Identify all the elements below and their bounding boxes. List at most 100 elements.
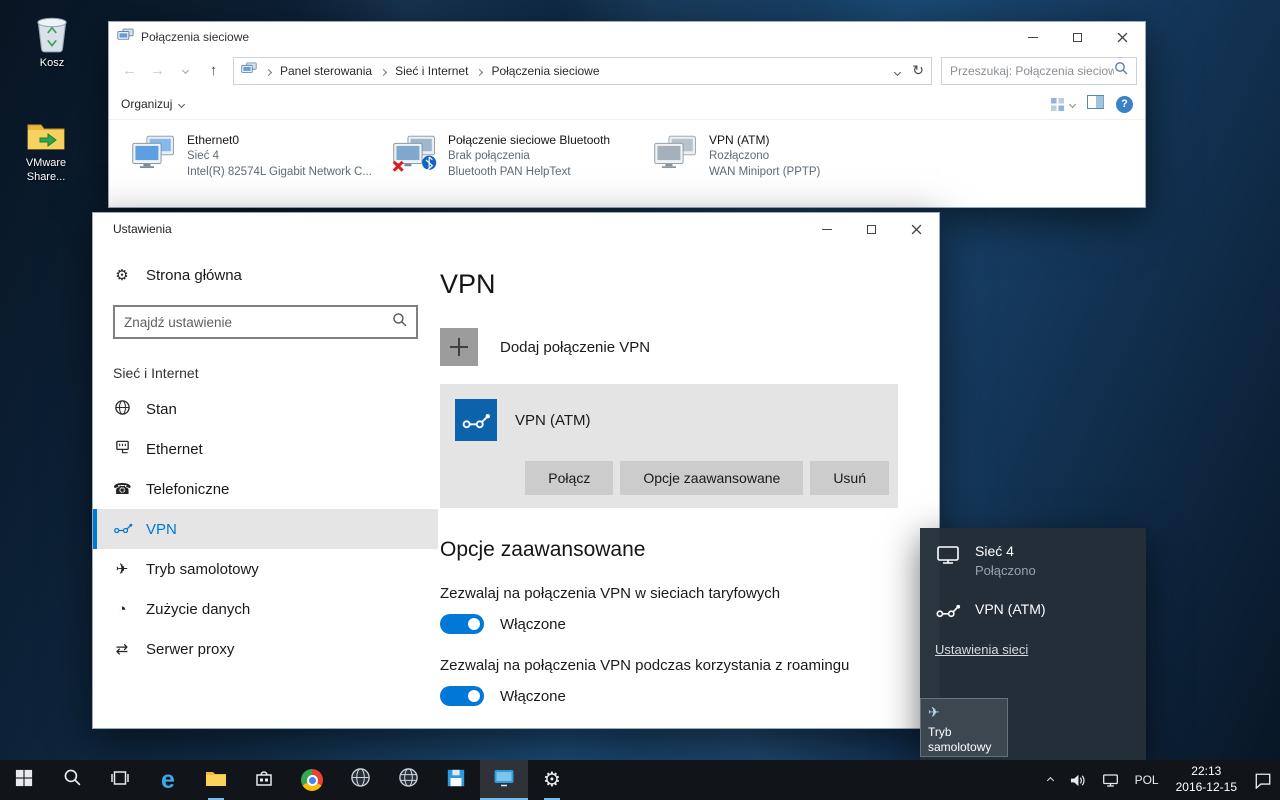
connection-item-ethernet0[interactable]: Ethernet0 Sieć 4 Intel(R) 82574L Gigabit… bbox=[127, 130, 380, 197]
action-center-icon[interactable] bbox=[1246, 760, 1280, 800]
advanced-options-heading: Opcje zaawansowane bbox=[440, 538, 646, 561]
airplane-icon: ✈ bbox=[115, 561, 129, 578]
show-hidden-icons-button[interactable] bbox=[1040, 760, 1061, 800]
recent-locations-chevron[interactable] bbox=[173, 58, 198, 83]
up-button[interactable]: ↑ bbox=[201, 58, 226, 83]
metered-toggle[interactable] bbox=[440, 614, 484, 634]
search-icon bbox=[63, 768, 82, 792]
breadcrumb-separator-icon bbox=[476, 62, 484, 80]
data-usage-icon: ◔ bbox=[117, 600, 127, 618]
sidebar-item-airplane-mode[interactable]: ✈ Tryb samolotowy bbox=[93, 549, 438, 589]
vpn-connection-entry[interactable]: VPN (ATM) Połącz Opcje zaawansowane Usuń bbox=[440, 384, 898, 508]
connection-list: Ethernet0 Sieć 4 Intel(R) 82574L Gigabit… bbox=[109, 120, 1145, 207]
phone-icon: ☎ bbox=[113, 481, 132, 498]
chevron-down-icon bbox=[178, 100, 186, 108]
settings-button[interactable]: ⚙ bbox=[528, 760, 576, 800]
app-button-globe-2[interactable] bbox=[384, 760, 432, 800]
sidebar-item-vpn[interactable]: VPN bbox=[93, 509, 438, 549]
airplane-mode-tile[interactable]: ✈ Tryb samolotowy bbox=[920, 698, 1008, 757]
window-title: Ustawienia bbox=[113, 222, 172, 236]
folder-icon bbox=[205, 769, 227, 792]
advanced-options-button[interactable]: Opcje zaawansowane bbox=[620, 461, 804, 495]
active-app-button[interactable] bbox=[480, 760, 528, 800]
connection-item-bluetooth[interactable]: Połączenie sieciowe Bluetooth Brak połąc… bbox=[388, 130, 641, 197]
ethernet-icon bbox=[113, 439, 131, 460]
sidebar-item-label: Telefoniczne bbox=[146, 480, 230, 498]
sidebar-item-dialup[interactable]: ☎ Telefoniczne bbox=[93, 469, 438, 509]
vpn-adapter-icon bbox=[653, 133, 699, 178]
file-explorer-button[interactable] bbox=[192, 760, 240, 800]
minimize-button[interactable] bbox=[804, 213, 849, 245]
sidebar-item-data-usage[interactable]: ◔ Zużycie danych bbox=[93, 589, 438, 629]
settings-search-input[interactable] bbox=[124, 314, 392, 330]
flyout-network-item[interactable]: Sieć 4 Połączono bbox=[920, 528, 1146, 578]
flyout-vpn-name: VPN (ATM) bbox=[975, 601, 1046, 617]
connect-button[interactable]: Połącz bbox=[525, 461, 614, 495]
help-button[interactable]: ? bbox=[1116, 95, 1133, 113]
settings-content: VPN Dodaj połączenie VPN VPN (ATM) Połąc… bbox=[438, 245, 939, 728]
breadcrumb-control-panel[interactable]: Panel sterowania bbox=[280, 64, 372, 78]
flyout-network-status: Połączono bbox=[975, 563, 1036, 578]
settings-titlebar[interactable]: Ustawienia bbox=[93, 213, 939, 245]
desktop-icon-vmware-share[interactable]: VMware Share... bbox=[10, 118, 82, 185]
connection-status: Brak połączenia bbox=[448, 150, 530, 162]
taskbar-search-button[interactable] bbox=[48, 760, 96, 800]
volume-icon[interactable] bbox=[1061, 760, 1094, 800]
desktop: Kosz VMware Share... Połączenia sieciowe bbox=[0, 0, 1280, 800]
breadcrumb-network-connections[interactable]: Połączenia sieciowe bbox=[491, 64, 599, 78]
maximize-button[interactable] bbox=[1055, 22, 1100, 52]
start-button[interactable] bbox=[0, 760, 48, 800]
sidebar-item-ethernet[interactable]: Ethernet bbox=[93, 429, 438, 469]
roaming-toggle[interactable] bbox=[440, 686, 484, 706]
address-bar[interactable]: Panel sterowania Sieć i Internet Połącze… bbox=[233, 56, 932, 85]
network-settings-link[interactable]: Ustawienia sieci bbox=[935, 642, 1028, 657]
forward-button[interactable]: → bbox=[145, 58, 170, 83]
flyout-vpn-item[interactable]: VPN (ATM) bbox=[920, 586, 1146, 618]
store-button[interactable] bbox=[240, 760, 288, 800]
language-indicator[interactable]: POL bbox=[1127, 760, 1167, 800]
maximize-button[interactable] bbox=[849, 213, 894, 245]
breadcrumb-network-internet[interactable]: Sieć i Internet bbox=[395, 64, 468, 78]
address-dropdown-chevron[interactable] bbox=[894, 62, 902, 80]
edge-button[interactable]: e bbox=[144, 760, 192, 800]
sidebar-item-status[interactable]: Stan bbox=[93, 389, 438, 429]
back-button[interactable]: ← bbox=[117, 58, 142, 83]
app-button-globe-1[interactable] bbox=[336, 760, 384, 800]
connection-status: Rozłączono bbox=[709, 150, 770, 162]
desktop-icon-label: Kosz bbox=[39, 57, 65, 69]
minimize-button[interactable] bbox=[1010, 22, 1055, 52]
clock[interactable]: 22:13 2016-12-15 bbox=[1167, 764, 1246, 795]
page-title: VPN bbox=[440, 269, 496, 299]
network-tray-icon[interactable] bbox=[1094, 760, 1127, 800]
desktop-icon-label: VMware Share... bbox=[25, 157, 67, 183]
close-button[interactable] bbox=[894, 213, 939, 245]
task-view-button[interactable] bbox=[96, 760, 144, 800]
settings-window: Ustawienia ⚙ Strona główna Znajdź ustawi… bbox=[92, 212, 940, 729]
chrome-button[interactable] bbox=[288, 760, 336, 800]
clock-time: 22:13 bbox=[1191, 764, 1222, 779]
search-icon[interactable] bbox=[1114, 61, 1128, 80]
close-button[interactable] bbox=[1100, 22, 1145, 52]
roaming-toggle-label: Zezwalaj na połączenia VPN podczas korzy… bbox=[440, 657, 850, 674]
app-button-installer[interactable] bbox=[432, 760, 480, 800]
connection-status: Sieć 4 bbox=[187, 150, 219, 162]
sidebar-item-home[interactable]: ⚙ Strona główna bbox=[93, 257, 438, 293]
connection-title: VPN (ATM) bbox=[709, 133, 770, 147]
add-vpn-button[interactable]: Dodaj połączenie VPN bbox=[440, 328, 903, 366]
sidebar-group-label: Sieć i Internet bbox=[113, 365, 199, 381]
search-icon[interactable] bbox=[392, 312, 407, 332]
remove-button[interactable]: Usuń bbox=[810, 461, 889, 495]
refresh-button[interactable]: ↻ bbox=[912, 62, 924, 79]
gear-icon: ⚙ bbox=[115, 267, 129, 284]
connection-item-vpn[interactable]: VPN (ATM) Rozłączono WAN Miniport (PPTP) bbox=[649, 130, 902, 197]
vpn-icon bbox=[113, 521, 133, 538]
windows-logo-icon bbox=[15, 769, 33, 792]
explorer-search-input[interactable] bbox=[950, 63, 1114, 78]
explorer-titlebar[interactable]: Połączenia sieciowe bbox=[109, 22, 1145, 52]
breadcrumb-separator-icon bbox=[380, 62, 388, 80]
preview-pane-button[interactable] bbox=[1087, 94, 1104, 114]
view-tiles-button[interactable] bbox=[1050, 97, 1077, 112]
sidebar-item-proxy[interactable]: ⇄ Serwer proxy bbox=[93, 629, 438, 669]
desktop-icon-recycle-bin[interactable]: Kosz bbox=[16, 12, 88, 71]
organize-button[interactable]: Organizuj bbox=[121, 97, 186, 111]
